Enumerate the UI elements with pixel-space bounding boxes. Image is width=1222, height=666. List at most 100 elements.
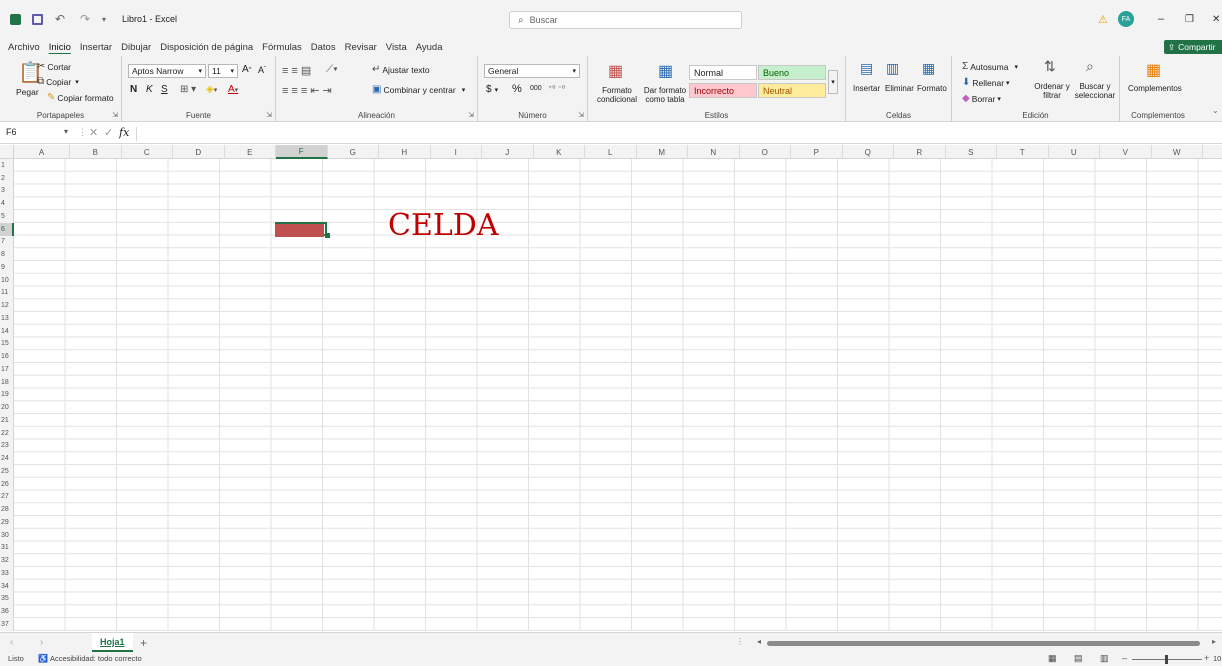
column-header-q[interactable]: Q [843, 145, 894, 159]
orientation-icon[interactable]: ⟋▾ [326, 64, 338, 75]
row-header-1[interactable]: 1 [0, 159, 14, 172]
horizontal-align-icons[interactable]: ≡≡≡⇤⇥ [282, 84, 335, 97]
warning-icon[interactable]: ⚠ [1098, 0, 1108, 38]
row-header-22[interactable]: 22 [0, 427, 14, 440]
accessibility-status[interactable]: ♿ Accesibilidad: todo correcto [38, 654, 142, 663]
column-header-w[interactable]: W [1152, 145, 1203, 159]
column-header-e[interactable]: E [225, 145, 276, 159]
decrease-font-icon[interactable]: Aˇ [258, 65, 266, 75]
row-header-4[interactable]: 4 [0, 197, 14, 210]
row-header-7[interactable]: 7 [0, 236, 14, 249]
tab-vista[interactable]: Vista [386, 42, 407, 53]
scroll-left-icon[interactable]: ◂ [757, 637, 761, 646]
style-good[interactable]: Bueno [758, 65, 826, 80]
next-sheet-icon[interactable]: › [40, 637, 43, 648]
collapse-ribbon-icon[interactable]: ⌄ [1212, 106, 1219, 115]
row-header-30[interactable]: 30 [0, 529, 14, 542]
row-header-16[interactable]: 16 [0, 350, 14, 363]
format-painter-button[interactable]: ✎ Copiar formato [47, 92, 114, 103]
number-format-select[interactable]: General ▾ [484, 64, 580, 78]
row-header-35[interactable]: 35 [0, 593, 14, 606]
column-header-h[interactable]: H [379, 145, 431, 159]
red-rectangle-shape[interactable] [275, 224, 324, 237]
clear-button[interactable]: ◆ Borrar ▾ [962, 93, 1001, 104]
insert-function-button[interactable]: fx [119, 126, 129, 139]
save-icon[interactable] [32, 0, 43, 38]
font-size-select[interactable]: 11 ▾ [208, 64, 238, 78]
paste-label[interactable]: Pegar [16, 87, 39, 97]
increase-font-icon[interactable]: A ^ [242, 64, 252, 75]
horizontal-scrollbar[interactable] [767, 641, 1200, 646]
zoom-out-icon[interactable]: – [1122, 653, 1127, 663]
column-header-m[interactable]: M [637, 145, 688, 159]
wordart-text[interactable]: CELDA [388, 208, 499, 243]
add-sheet-button[interactable]: + [140, 636, 147, 650]
search-box[interactable]: ⌕ Buscar [509, 11, 742, 29]
format-as-table-button[interactable]: Dar formato como tabla [640, 86, 690, 104]
enter-icon[interactable]: ✓ [104, 126, 113, 139]
row-header-32[interactable]: 32 [0, 554, 14, 567]
name-box-dropdown-icon[interactable]: ▾ [64, 127, 68, 136]
style-normal[interactable]: Normal [689, 65, 757, 80]
page-layout-view-icon[interactable]: ▤ [1074, 653, 1083, 664]
column-header-s[interactable]: S [946, 145, 997, 159]
row-header-3[interactable]: 3 [0, 185, 14, 198]
restore-icon[interactable]: ❐ [1185, 0, 1194, 38]
row-header-28[interactable]: 28 [0, 503, 14, 516]
style-neutral[interactable]: Neutral [758, 83, 826, 98]
row-header-29[interactable]: 29 [0, 516, 14, 529]
copy-button[interactable]: ⧉ Copiar ▾ [37, 76, 79, 87]
font-color-icon[interactable]: A ▾ [228, 84, 238, 95]
row-header-26[interactable]: 26 [0, 478, 14, 491]
tab-archivo[interactable]: Archivo [8, 42, 40, 53]
row-header-33[interactable]: 33 [0, 567, 14, 580]
vertical-align-icons[interactable]: ≡≡▤ [282, 64, 314, 77]
fill-button[interactable]: ⬇ Rellenar ▾ [962, 77, 1010, 88]
tab-revisar[interactable]: Revisar [345, 42, 377, 53]
column-header-o[interactable]: O [740, 145, 791, 159]
format-button[interactable]: Formato [917, 84, 947, 93]
row-header-37[interactable]: 37 [0, 618, 14, 631]
sort-filter-button[interactable]: Ordenar y filtrar [1032, 82, 1072, 100]
underline-button[interactable]: S [161, 84, 168, 95]
scroll-right-icon[interactable]: ▸ [1212, 637, 1216, 646]
decimal-icons[interactable]: ⁺⁰ ⁻⁰ [548, 84, 565, 93]
zoom-in-icon[interactable]: + [1204, 653, 1209, 663]
column-header-j[interactable]: J [482, 145, 534, 159]
column-header-c[interactable]: C [122, 145, 173, 159]
row-header-20[interactable]: 20 [0, 401, 14, 414]
row-header-23[interactable]: 23 [0, 440, 14, 453]
style-bad[interactable]: Incorrecto [689, 83, 757, 98]
conditional-format-button[interactable]: Formato condicional [592, 86, 642, 104]
column-header-l[interactable]: L [585, 145, 637, 159]
avatar[interactable]: FA [1118, 0, 1134, 38]
row-header-5[interactable]: 5 [0, 210, 14, 223]
close-icon[interactable]: ✕ [1212, 0, 1220, 38]
row-header-34[interactable]: 34 [0, 580, 14, 593]
page-break-view-icon[interactable]: ▥ [1100, 653, 1109, 664]
column-header-k[interactable]: K [534, 145, 585, 159]
font-name-select[interactable]: Aptos Narrow ▾ [128, 64, 206, 78]
styles-more-icon[interactable]: ▾ [828, 70, 838, 94]
row-header-21[interactable]: 21 [0, 414, 14, 427]
name-box[interactable]: F6 [6, 127, 17, 137]
wrap-text-button[interactable]: ↵ Ajustar texto [372, 64, 430, 75]
find-select-button[interactable]: Buscar y seleccionar [1072, 82, 1118, 100]
column-header-i[interactable]: I [431, 145, 482, 159]
tab-inicio[interactable]: Inicio [49, 42, 71, 53]
fill-handle[interactable] [325, 233, 330, 238]
autosum-button[interactable]: Σ Autosuma ▾ [962, 61, 1018, 72]
cut-button[interactable]: ✂ Cortar [37, 61, 71, 72]
row-header-27[interactable]: 27 [0, 491, 14, 504]
row-header-8[interactable]: 8 [0, 248, 14, 261]
column-header-t[interactable]: T [997, 145, 1049, 159]
row-header-19[interactable]: 19 [0, 389, 14, 402]
customize-toolbar-icon[interactable]: ▾ [102, 0, 106, 38]
tab-ayuda[interactable]: Ayuda [416, 42, 443, 53]
row-header-6[interactable]: 6 [0, 222, 14, 236]
font-launcher-icon[interactable]: ⇲ [266, 111, 272, 119]
currency-button[interactable]: $ ▾ [486, 84, 498, 95]
row-header-12[interactable]: 12 [0, 299, 14, 312]
row-header-2[interactable]: 2 [0, 172, 14, 185]
column-header-p[interactable]: P [791, 145, 843, 159]
